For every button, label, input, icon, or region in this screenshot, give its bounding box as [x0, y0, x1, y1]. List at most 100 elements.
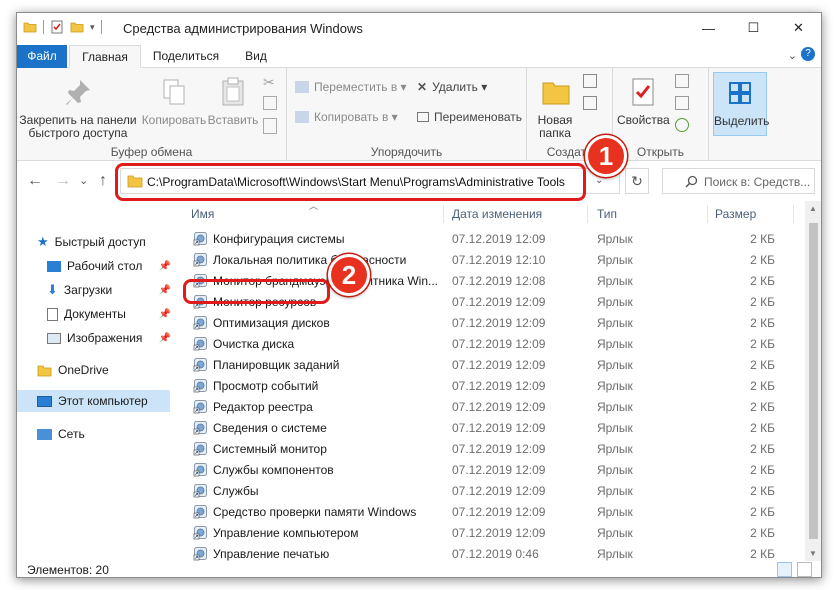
maximize-button[interactable]: ☐ [731, 13, 776, 43]
sidebar-item-quick-access[interactable]: ★ Быстрый доступ [37, 231, 177, 253]
move-icon [295, 81, 309, 93]
title-bar: ▾ Средства администрирования Windows — ☐… [17, 13, 821, 43]
organize-group: Переместить в ▾ Копировать в ▾ ✕ Удалить… [287, 68, 527, 161]
properties-button[interactable]: Свойства [617, 76, 670, 127]
tab-view[interactable]: Вид [231, 45, 281, 68]
folder-icon [542, 82, 570, 105]
tab-share[interactable]: Поделиться [147, 45, 225, 68]
table-row[interactable]: Системный монитор 07.12.2019 12:09 Ярлык 2 … [187, 438, 799, 459]
details-view-button[interactable] [777, 562, 792, 577]
file-size: 2 КБ [750, 379, 775, 393]
table-row[interactable]: Конфигурация системы 07.12.2019 12:09 Ярлы… [187, 228, 799, 249]
refresh-button[interactable]: ↻ [625, 168, 649, 194]
file-date: 07.12.2019 12:09 [452, 505, 546, 519]
file-type: Ярлык [597, 421, 633, 435]
column-header-date[interactable]: Дата изменения [452, 201, 542, 227]
table-row[interactable]: Оптимизация дисков 07.12.2019 12:09 Ярлык 2… [187, 312, 799, 333]
delete-button[interactable]: ✕ Удалить ▾ [417, 80, 487, 94]
scroll-up-icon[interactable]: ▲ [809, 204, 817, 213]
table-row[interactable]: Редактор реестра 07.12.2019 12:09 Ярлык 2 К… [187, 396, 799, 417]
tab-home[interactable]: Главная [69, 45, 141, 68]
sidebar-item-downloads[interactable]: ⬇ Загрузки 📌 [47, 279, 177, 301]
file-name: Локальная политика безопасности [213, 253, 407, 267]
file-size: 2 КБ [750, 274, 775, 288]
help-icon[interactable]: ? [801, 47, 815, 61]
rename-button[interactable]: Переименовать [417, 110, 522, 124]
select-button[interactable]: Выделить [713, 72, 769, 136]
up-button[interactable]: ↑ [99, 172, 107, 190]
scroll-down-icon[interactable]: ▼ [809, 549, 817, 558]
file-date: 07.12.2019 12:09 [452, 526, 546, 540]
quick-access-toolbar: ▾ [23, 20, 102, 34]
close-button[interactable]: ✕ [776, 13, 821, 43]
copy-path-icon[interactable] [263, 96, 277, 110]
table-row[interactable]: Просмотр событий 07.12.2019 12:09 Ярлык 2 К… [187, 375, 799, 396]
sidebar-item-network[interactable]: Сеть [37, 423, 177, 445]
paste-button[interactable]: Вставить [207, 76, 259, 127]
new-item-icon[interactable] [583, 74, 597, 88]
pin-quick-access-button[interactable]: Закрепить на панели быстрого доступа [19, 76, 137, 140]
table-row[interactable]: Управление компьютером 07.12.2019 12:09 Яр… [187, 522, 799, 543]
new-folder-button[interactable]: Новая папка [535, 76, 577, 140]
file-name: Конфигурация системы [213, 232, 345, 246]
forward-button[interactable]: → [55, 172, 71, 190]
shortcut-icon [193, 421, 207, 435]
column-header-name[interactable]: Имя [191, 201, 214, 227]
customize-qat-icon[interactable]: ▾ [90, 22, 95, 33]
table-row[interactable]: Сведения о системе 07.12.2019 12:09 Ярлык 2… [187, 417, 799, 438]
file-date: 07.12.2019 12:09 [452, 442, 546, 456]
sidebar-item-onedrive[interactable]: OneDrive [37, 359, 177, 381]
sidebar-item-pictures[interactable]: Изображения 📌 [47, 327, 177, 349]
sidebar-item-this-pc[interactable]: Этот компьютер [17, 390, 170, 412]
table-row[interactable]: Службы компонентов 07.12.2019 12:09 Ярлык 2… [187, 459, 799, 480]
pin-icon: 📌 [158, 332, 171, 344]
pin-icon: 📌 [158, 260, 171, 272]
file-size: 2 КБ [750, 463, 775, 477]
column-header-type[interactable]: Тип [597, 201, 617, 227]
column-header-size[interactable]: Размер [715, 201, 756, 227]
table-row[interactable]: Средство проверки памяти Windows 07.12.20… [187, 501, 799, 522]
computer-icon [37, 395, 52, 407]
paste-shortcut-icon[interactable] [263, 118, 277, 134]
new-folder-icon[interactable] [70, 20, 84, 34]
navigation-pane: ★ Быстрый доступ Рабочий стол 📌 ⬇ Загруз… [17, 201, 177, 561]
file-name: Оптимизация дисков [213, 316, 330, 330]
easy-access-icon[interactable] [583, 96, 597, 110]
file-name: Просмотр событий [213, 379, 319, 393]
sidebar-item-documents[interactable]: Документы 📌 [47, 303, 177, 325]
edit-icon[interactable] [675, 96, 689, 110]
file-size: 2 КБ [750, 547, 775, 561]
open-icon[interactable] [675, 74, 689, 88]
copy-to-button[interactable]: Копировать в ▾ [295, 110, 398, 124]
minimize-button[interactable]: — [686, 13, 731, 43]
ribbon-expand-icon[interactable]: ⌄ [788, 49, 797, 62]
search-icon [685, 175, 698, 188]
file-size: 2 КБ [750, 526, 775, 540]
back-button[interactable]: ← [27, 172, 43, 190]
table-row[interactable]: Локальная политика безопасности 07.12.201… [187, 249, 799, 270]
pin-icon: 📌 [158, 308, 171, 320]
file-type: Ярлык [597, 316, 633, 330]
annotation-badge-1: 1 [585, 135, 627, 177]
clipboard-group: Закрепить на панели быстрого доступа Коп… [17, 68, 287, 161]
scroll-thumb[interactable] [809, 223, 818, 539]
table-row[interactable]: Службы 07.12.2019 12:09 Ярлык 2 КБ [187, 480, 799, 501]
large-icons-view-button[interactable] [797, 562, 812, 577]
file-size: 2 КБ [750, 253, 775, 267]
select-grid-icon [729, 82, 751, 104]
table-row[interactable]: Планировщик заданий 07.12.2019 12:09 Ярлык… [187, 354, 799, 375]
cut-icon[interactable]: ✂ [263, 74, 275, 91]
vertical-scrollbar[interactable]: ▲ ▼ [805, 201, 821, 561]
history-icon[interactable] [675, 118, 689, 132]
move-to-button[interactable]: Переместить в ▾ [295, 80, 407, 94]
search-input[interactable]: Поиск в: Средств... [662, 168, 815, 194]
item-count: Элементов: 20 [27, 563, 109, 577]
window-title: Средства администрирования Windows [123, 21, 363, 36]
tab-file[interactable]: Файл [17, 45, 67, 68]
copy-button[interactable]: Копировать [141, 76, 207, 127]
recent-locations-button[interactable]: ⌄ [79, 174, 88, 187]
file-type: Ярлык [597, 484, 633, 498]
properties-icon[interactable] [50, 20, 64, 34]
table-row[interactable]: Очистка диска 07.12.2019 12:09 Ярлык 2 КБ [187, 333, 799, 354]
sidebar-item-desktop[interactable]: Рабочий стол 📌 [47, 255, 177, 277]
